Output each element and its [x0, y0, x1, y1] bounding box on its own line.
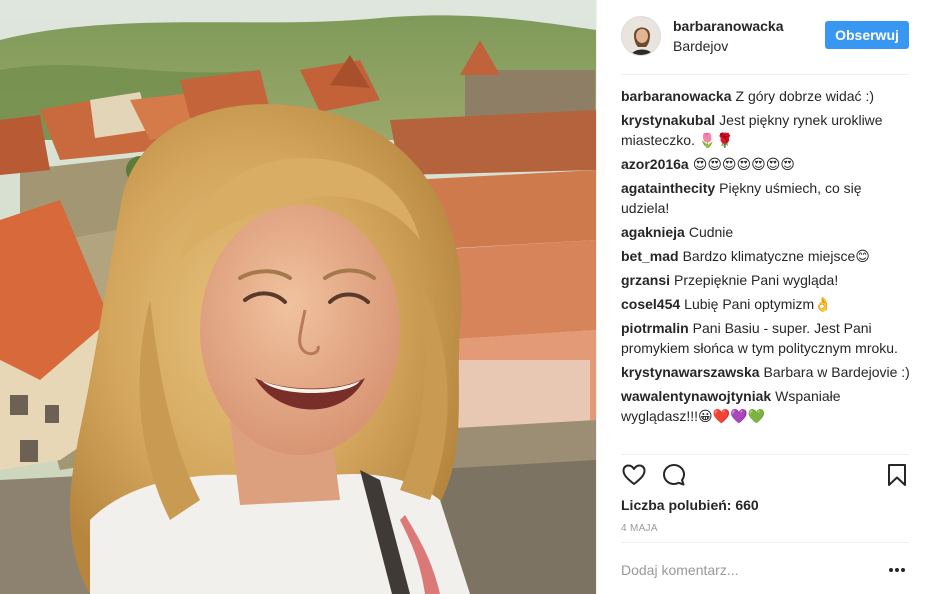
divider: [621, 74, 909, 75]
comment-text: Cudnie: [688, 224, 734, 240]
comment-text: Przepięknie Pani wygląda!: [674, 272, 839, 288]
post-photo[interactable]: [0, 0, 596, 594]
comment-item: wawalentynawojtyniak Wspaniałe wyglądasz!…: [621, 386, 911, 426]
comment-item: piotrmalin Pani Basiu - super. Jest Pani …: [621, 318, 911, 358]
comment-text: 😍😍😍😍😍😍😍: [692, 156, 795, 172]
comment-text: Lubię Pani optymizm👌: [684, 296, 832, 312]
divider: [621, 542, 909, 543]
comment-item: agatainthecity Piękny uśmiech, co się udz…: [621, 178, 911, 218]
comment-item: grzansi Przepięknie Pani wygląda!: [621, 270, 911, 290]
add-comment-input[interactable]: [621, 556, 861, 584]
comment-username[interactable]: krystynawarszawska: [621, 364, 760, 380]
comment-username[interactable]: grzansi: [621, 272, 670, 288]
comment-username[interactable]: piotrmalin: [621, 320, 689, 336]
comment-username[interactable]: agaknieja: [621, 224, 685, 240]
comment-text: Bardzo klimatyczne miejsce😊: [682, 248, 870, 264]
avatar[interactable]: [621, 16, 661, 56]
likes-count[interactable]: Liczba polubień: 660: [621, 497, 759, 513]
avatar-image: [622, 17, 660, 55]
comment-item: krystynawarszawska Barbara w Bardejovie :…: [621, 362, 911, 382]
post-sidebar: barbaranowacka Bardejov Obserwuj barbara…: [596, 0, 929, 594]
comment-item: barbaranowacka Z góry dobrze widać :): [621, 86, 911, 106]
post-actions: [621, 462, 910, 490]
selfie-over-town-image: [0, 0, 596, 594]
comment-username[interactable]: agatainthecity: [621, 180, 715, 196]
instagram-post: barbaranowacka Bardejov Obserwuj barbara…: [0, 0, 929, 594]
comment-username[interactable]: krystynakubal: [621, 112, 715, 128]
follow-button[interactable]: Obserwuj: [825, 21, 909, 49]
comment-username[interactable]: wawalentynawojtyniak: [621, 388, 771, 404]
post-author-username[interactable]: barbaranowacka: [673, 18, 784, 34]
comment-text: Z góry dobrze widać :): [735, 88, 875, 104]
post-location[interactable]: Bardejov: [673, 38, 728, 54]
bookmark-icon[interactable]: [884, 462, 910, 488]
comment-item: azor2016a 😍😍😍😍😍😍😍: [621, 154, 911, 174]
ellipsis-icon[interactable]: [885, 558, 909, 582]
comment-item: bet_mad Bardzo klimatyczne miejsce😊: [621, 246, 911, 266]
heart-icon[interactable]: [621, 462, 647, 488]
comments-list: barbaranowacka Z góry dobrze widać :) kry…: [621, 86, 911, 430]
comment-username[interactable]: azor2016a: [621, 156, 689, 172]
comment-text: Barbara w Bardejovie :): [763, 364, 910, 380]
comment-item: krystynakubal Jest piękny rynek urokliwe …: [621, 110, 911, 150]
comment-username[interactable]: bet_mad: [621, 248, 679, 264]
comment-item: cosel454 Lubię Pani optymizm👌: [621, 294, 911, 314]
post-date: 4 MAJA: [621, 523, 658, 534]
comment-username[interactable]: cosel454: [621, 296, 680, 312]
post-header: barbaranowacka Bardejov Obserwuj: [597, 0, 929, 74]
comment-username[interactable]: barbaranowacka: [621, 88, 732, 104]
speech-bubble-icon[interactable]: [661, 462, 687, 488]
divider: [621, 454, 909, 455]
comment-item: agaknieja Cudnie: [621, 222, 911, 242]
